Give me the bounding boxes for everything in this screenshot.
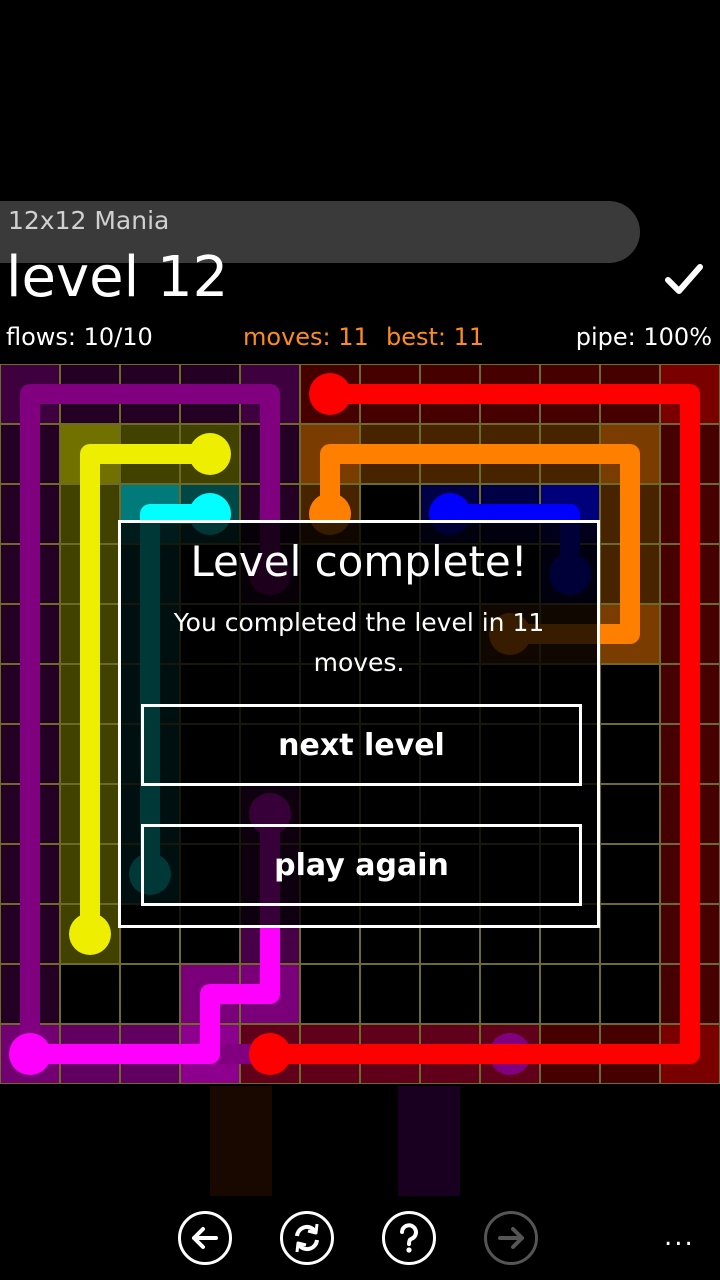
dialog-title: Level complete! — [190, 537, 528, 586]
flow-endpoint — [189, 433, 231, 475]
level-title: level 12 — [6, 245, 229, 310]
flow-endpoint — [309, 373, 351, 415]
flow-endpoint — [69, 913, 111, 955]
pipe-percent: pipe: 100% — [575, 323, 712, 351]
help-icon — [400, 1223, 418, 1253]
refresh-button[interactable] — [280, 1211, 334, 1265]
checkmark-icon — [665, 264, 703, 294]
board-shadow-2 — [398, 1086, 460, 1196]
help-button[interactable] — [382, 1211, 436, 1265]
flow-endpoint — [249, 1033, 291, 1075]
dialog-message: You completed the level in 11 moves. — [173, 608, 545, 677]
pack-name: 12x12 Mania — [8, 206, 170, 235]
forward-arrow-icon — [498, 1227, 524, 1249]
play-again-button[interactable]: play again — [141, 824, 582, 906]
board-shadow-1 — [210, 1086, 272, 1196]
level-complete-dialog: Level complete! You completed the level … — [118, 520, 600, 928]
forward-button[interactable] — [484, 1211, 538, 1265]
best-count: best: 11 — [386, 323, 485, 351]
flows-count: flows: 10/10 — [6, 323, 153, 351]
flow-endpoint — [9, 1033, 51, 1075]
refresh-icon — [295, 1223, 319, 1253]
back-button[interactable] — [178, 1211, 232, 1265]
moves-count: moves: 11 — [243, 323, 369, 351]
next-level-button[interactable]: next level — [141, 704, 582, 786]
back-arrow-icon — [192, 1227, 218, 1249]
more-menu[interactable]: ... — [664, 1222, 695, 1252]
